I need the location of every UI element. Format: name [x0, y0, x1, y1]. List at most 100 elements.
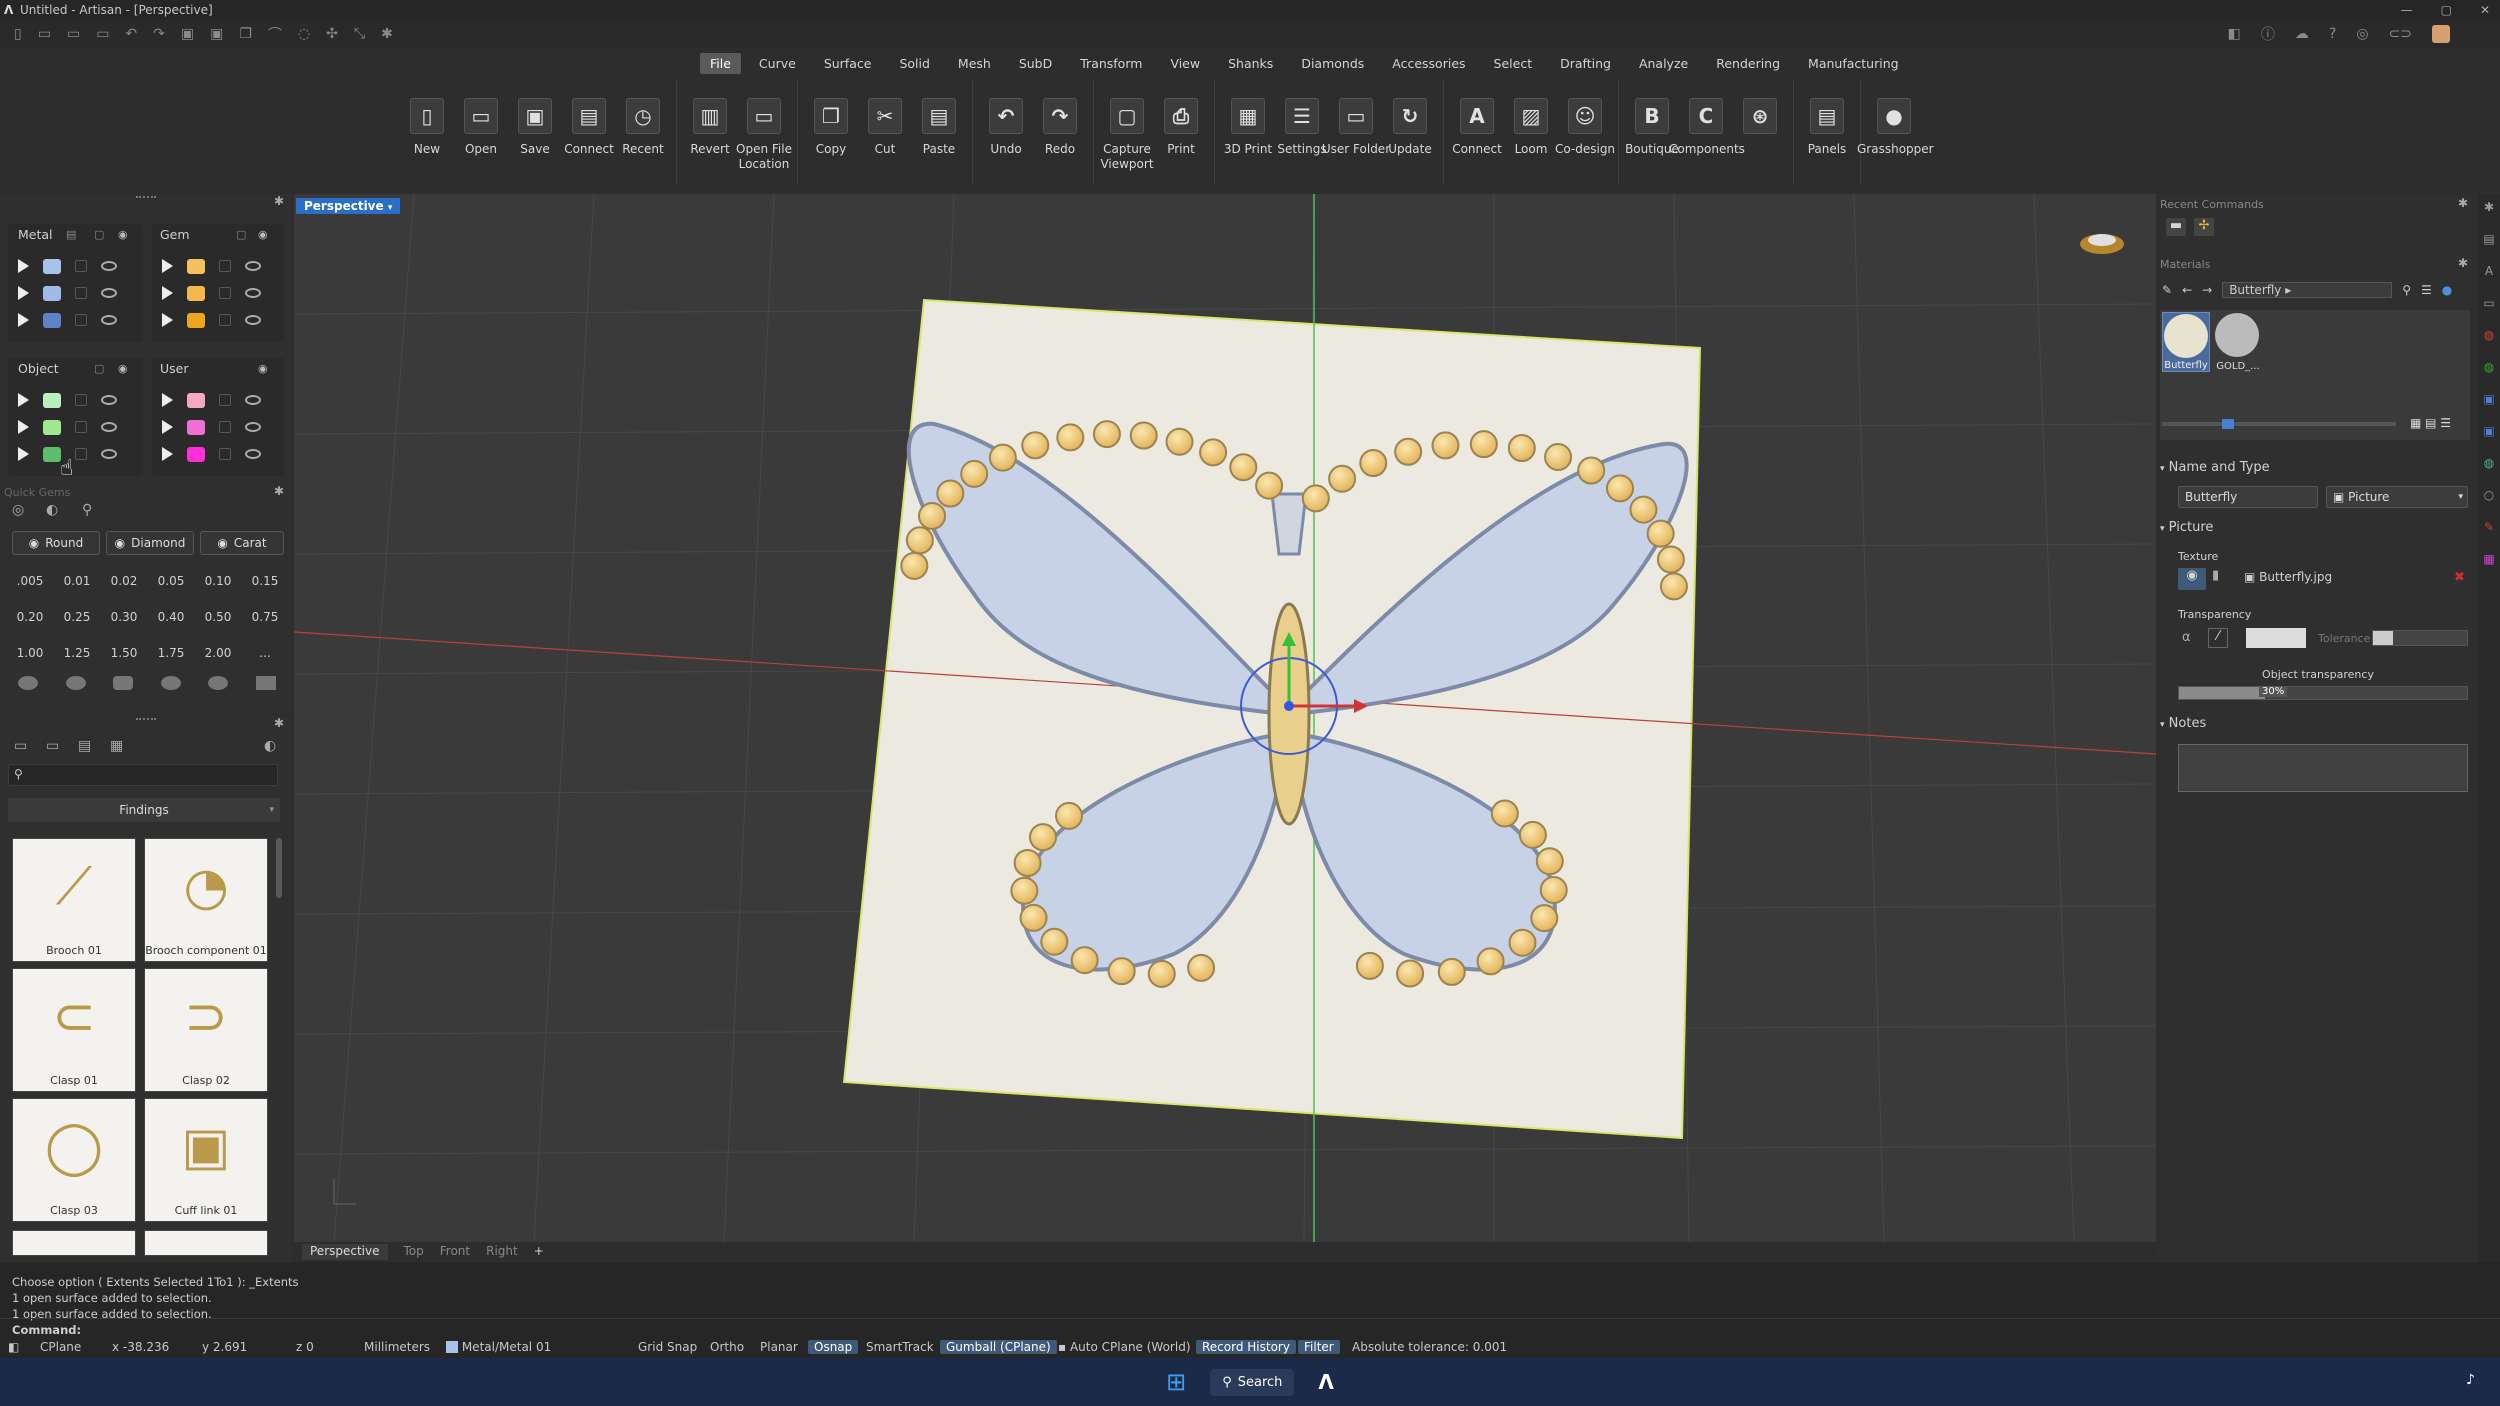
notes-header[interactable]: ▾ Notes	[2160, 716, 2206, 731]
strip-env-icon[interactable]: ◍	[2484, 456, 2494, 470]
qa-save-icon[interactable]: ▣	[181, 26, 194, 42]
carat-button[interactable]: 1.25	[57, 640, 97, 666]
carat-button[interactable]: 0.01	[57, 568, 97, 594]
library-scrollbar[interactable]	[276, 838, 282, 898]
back-arrow-icon[interactable]: ←	[2182, 283, 2192, 297]
auto-cplane-toggle[interactable]: ▪ Auto CPlane (World)	[1058, 1340, 1191, 1354]
alpha-icon[interactable]: α	[2182, 630, 2191, 645]
status-units[interactable]: Millimeters	[364, 1340, 430, 1354]
tab-solid[interactable]: Solid	[889, 53, 939, 74]
strip-help-icon[interactable]: ▣	[2483, 392, 2494, 406]
close-icon[interactable]: ✕	[2480, 3, 2490, 17]
gem-tool-icon[interactable]: ◐	[46, 502, 58, 518]
metal-eye-icon[interactable]: ◉	[118, 228, 128, 241]
settings-button[interactable]: ☰ Settings	[1275, 80, 1329, 188]
metal-layer-row[interactable]	[18, 281, 117, 305]
link-icon[interactable]: ⊂⊃	[2389, 26, 2412, 42]
command-prompt[interactable]: Command:	[12, 1322, 81, 1338]
picture-header[interactable]: ▾ Picture	[2160, 520, 2213, 535]
qa-folder-icon[interactable]: ▭	[67, 26, 80, 42]
object-layer-row[interactable]	[18, 415, 117, 439]
thumbnail-size-slider[interactable]	[2162, 419, 2396, 429]
viewport-tab-right[interactable]: Right	[486, 1244, 518, 1260]
qa-lasso-icon[interactable]: ◌	[298, 26, 310, 42]
materials-gear-icon[interactable]: ✱	[2458, 256, 2468, 270]
lock-icon[interactable]	[219, 314, 231, 326]
grid-view-icon[interactable]: ▦ ▤ ☰	[2410, 416, 2451, 430]
play-icon[interactable]	[18, 393, 29, 407]
qa-open-icon[interactable]: ▭	[38, 26, 51, 42]
new-button[interactable]: ▯ New	[400, 80, 454, 188]
strip-text-icon[interactable]: A	[2485, 264, 2493, 278]
lock-icon[interactable]	[75, 448, 87, 460]
carat-button[interactable]: 1.50	[104, 640, 144, 666]
strip-brush-icon[interactable]: ✎	[2484, 520, 2494, 534]
recent-command-2-icon[interactable]: ✢	[2194, 218, 2214, 236]
tab-file[interactable]: File	[700, 52, 741, 74]
user-layer-row[interactable]	[162, 442, 261, 466]
open-file-location-button[interactable]: ▭ Open File Location	[736, 80, 792, 188]
layer-color-swatch[interactable]	[43, 419, 61, 435]
qa-gear-icon[interactable]: ✱	[381, 26, 393, 42]
tab-accessories[interactable]: Accessories	[1382, 53, 1475, 74]
carat-button[interactable]: 0.20	[10, 604, 50, 630]
eyedropper-icon[interactable]: ⁄	[2208, 628, 2228, 648]
gem-shape-carat-button[interactable]: ◉ Carat	[200, 531, 284, 555]
library-grip[interactable]	[136, 718, 156, 721]
avatar[interactable]	[2432, 25, 2450, 43]
library-grid-icon[interactable]: ▦	[110, 738, 123, 754]
carat-button[interactable]: ...	[245, 640, 285, 666]
material-name-field[interactable]: Butterfly	[2178, 486, 2318, 508]
viewport-tab-front[interactable]: Front	[440, 1244, 470, 1260]
quick-gems-gear-icon[interactable]: ✱	[274, 484, 284, 498]
maximize-icon[interactable]: ▢	[2441, 3, 2452, 17]
carat-button[interactable]: 1.00	[10, 640, 50, 666]
status-panel-icon[interactable]: ◧	[8, 1340, 19, 1354]
library-view-icon[interactable]: ◐	[264, 738, 276, 754]
eye-icon[interactable]	[101, 261, 117, 271]
gem-layer-row[interactable]	[162, 281, 261, 305]
gem-layer-row[interactable]	[162, 254, 261, 278]
status-layer[interactable]: Metal/Metal 01	[446, 1340, 551, 1354]
material-thumb-gold[interactable]: GOLD_...	[2214, 312, 2262, 372]
tab-diamonds[interactable]: Diamonds	[1291, 53, 1374, 74]
paste-button[interactable]: ▤ Paste	[912, 80, 966, 188]
gem-round-small-icon[interactable]: ◎	[12, 502, 24, 518]
layer-color-swatch[interactable]	[187, 392, 205, 408]
carat-button[interactable]: 0.05	[151, 568, 191, 594]
undo-button[interactable]: ↶ Undo	[979, 80, 1033, 188]
transparency-color-swatch[interactable]	[2246, 628, 2306, 648]
library-search-input[interactable]	[31, 766, 271, 784]
play-icon[interactable]	[18, 313, 29, 327]
cut-button[interactable]: ✂ Cut	[858, 80, 912, 188]
osnap-toggle[interactable]: Osnap	[808, 1340, 859, 1354]
strip-display-icon[interactable]: ▭	[2483, 296, 2494, 310]
strip-layers-icon[interactable]: ▤	[2483, 232, 2494, 246]
tab-mesh[interactable]: Mesh	[948, 53, 1001, 74]
remove-texture-icon[interactable]: ✖	[2454, 570, 2465, 585]
metal-lock-icon[interactable]: ▢	[94, 228, 104, 241]
cube-icon[interactable]: ◧	[2228, 26, 2241, 42]
user-layer-row[interactable]	[162, 388, 261, 412]
carat-button[interactable]: 2.00	[198, 640, 238, 666]
forward-arrow-icon[interactable]: →	[2202, 283, 2212, 297]
gem-cut-cushion-icon[interactable]	[113, 676, 134, 690]
qa-curve-icon[interactable]: ⌒	[268, 24, 282, 44]
gem-lock-icon[interactable]: ▢	[236, 228, 246, 241]
qa-saveas-icon[interactable]: ▣	[210, 26, 223, 42]
play-icon[interactable]	[162, 286, 173, 300]
gem-shape-diamond-button[interactable]: ◉ Diamond	[106, 531, 194, 555]
object-layer-row[interactable]	[18, 388, 117, 412]
lock-icon[interactable]	[75, 314, 87, 326]
gem-cut-pear-icon[interactable]	[160, 676, 181, 690]
library-item[interactable]: ⊃ Clasp 02	[144, 968, 268, 1092]
record-history-toggle[interactable]: Record History	[1196, 1340, 1296, 1354]
eye-icon[interactable]	[245, 422, 261, 432]
metal-stack-icon[interactable]: ▤	[66, 228, 76, 241]
tab-shanks[interactable]: Shanks	[1218, 53, 1283, 74]
material-breadcrumb[interactable]: Butterfly ▸	[2222, 282, 2393, 298]
library-item[interactable]	[144, 1230, 268, 1256]
smarttrack-toggle[interactable]: SmartTrack	[866, 1340, 934, 1354]
connect-button[interactable]: ▤ Connect	[562, 80, 616, 188]
library-refresh-icon[interactable]: ▤	[78, 738, 91, 754]
